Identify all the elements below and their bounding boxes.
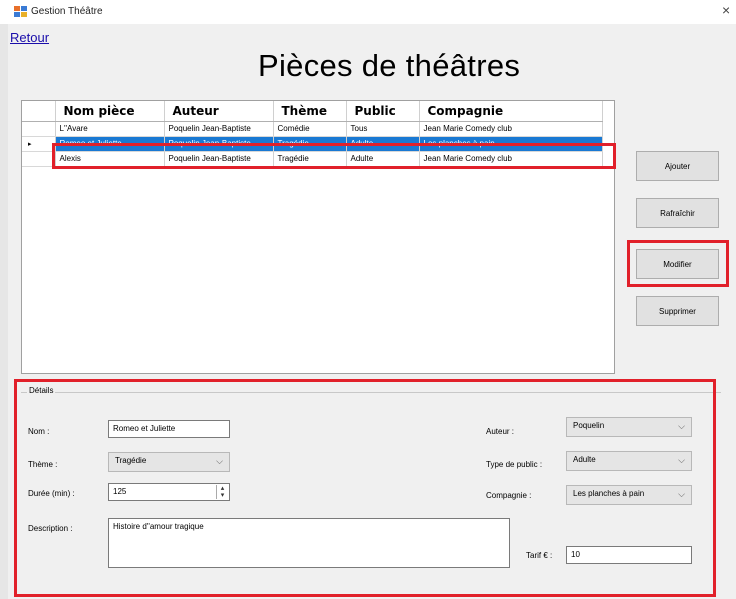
theme-select[interactable]: Tragédie ⌵ <box>108 452 230 472</box>
chevron-down-icon: ⌵ <box>678 489 685 499</box>
cell-nom[interactable]: Alexis <box>55 151 165 167</box>
row-selector-icon: ▸ <box>28 141 32 148</box>
cell-public[interactable]: Adulte <box>346 151 420 167</box>
tarif-field[interactable]: 10 <box>566 546 692 564</box>
auteur-select-value: Poquelin <box>573 421 605 430</box>
cell-public[interactable]: Tous <box>346 121 420 137</box>
column-header-nom[interactable]: Nom pièce <box>55 101 165 122</box>
column-header-theme[interactable]: Thème <box>273 101 347 122</box>
row-selector[interactable]: ▸ <box>22 136 56 152</box>
row-selector[interactable] <box>22 151 56 167</box>
chevron-down-icon: ⌵ <box>678 421 685 431</box>
column-header-compagnie[interactable]: Compagnie <box>419 101 603 122</box>
cell-auteur[interactable]: Poquelin Jean-Baptiste <box>164 136 274 152</box>
table-row[interactable]: L''Avare Poquelin Jean-Baptiste Comédie … <box>22 121 603 137</box>
window-left-edge <box>0 24 8 599</box>
theme-select-value: Tragédie <box>115 456 147 465</box>
column-header-public[interactable]: Public <box>346 101 420 122</box>
tarif-label: Tarif € : <box>526 551 553 560</box>
public-select[interactable]: Adulte ⌵ <box>566 451 692 471</box>
nom-label: Nom : <box>28 427 50 436</box>
chevron-down-icon: ⌵ <box>216 456 223 466</box>
cell-auteur[interactable]: Poquelin Jean-Baptiste <box>164 121 274 137</box>
cell-theme[interactable]: Tragédie <box>273 136 347 152</box>
back-link[interactable]: Retour <box>10 30 49 45</box>
details-group-title: Détails <box>27 386 56 395</box>
cell-nom[interactable]: L''Avare <box>55 121 165 137</box>
chevron-down-icon: ⌵ <box>678 455 685 465</box>
compagnie-select[interactable]: Les planches à pain ⌵ <box>566 485 692 505</box>
refresh-button[interactable]: Rafraîchir <box>636 198 719 228</box>
delete-button[interactable]: Supprimer <box>636 296 719 326</box>
nom-field[interactable]: Romeo et Juliette <box>108 420 230 438</box>
cell-theme[interactable]: Tragédie <box>273 151 347 167</box>
public-select-value: Adulte <box>573 455 596 464</box>
compagnie-label: Compagnie : <box>486 491 532 500</box>
duree-value: 125 <box>113 487 127 496</box>
edit-button[interactable]: Modifier <box>636 249 719 279</box>
auteur-label: Auteur : <box>486 427 515 436</box>
page-title: Pièces de théâtres <box>258 48 521 83</box>
cell-auteur[interactable]: Poquelin Jean-Baptiste <box>164 151 274 167</box>
cell-compagnie[interactable]: Les planches à pain <box>419 136 603 152</box>
add-button[interactable]: Ajouter <box>636 151 719 181</box>
public-label: Type de public : <box>486 460 543 469</box>
table-row-selected[interactable]: ▸ Romeo et Juliette Poquelin Jean-Baptis… <box>22 136 603 152</box>
cell-nom[interactable]: Romeo et Juliette <box>55 136 165 152</box>
description-field[interactable]: Histoire d''amour tragique <box>108 518 510 568</box>
pieces-grid[interactable]: Nom pièce Auteur Thème Public Compagnie … <box>21 100 615 374</box>
window-title: Gestion Théâtre <box>31 6 103 17</box>
cell-public[interactable]: Adulte <box>346 136 420 152</box>
description-label: Description : <box>28 524 73 533</box>
compagnie-select-value: Les planches à pain <box>573 489 645 498</box>
theme-label: Thème : <box>28 460 58 469</box>
title-bar: Gestion Théâtre × <box>0 0 736 24</box>
app-icon <box>14 6 27 18</box>
cell-compagnie[interactable]: Jean Marie Comedy club <box>419 121 603 137</box>
close-icon[interactable]: × <box>722 2 736 18</box>
auteur-select[interactable]: Poquelin ⌵ <box>566 417 692 437</box>
duree-label: Durée (min) : <box>28 489 75 498</box>
column-header-auteur[interactable]: Auteur <box>164 101 274 122</box>
duree-field[interactable]: 125 ▴ ▾ <box>108 483 230 501</box>
grid-header-row: Nom pièce Auteur Thème Public Compagnie <box>22 101 603 122</box>
details-group-border <box>21 392 721 393</box>
table-row[interactable]: Alexis Poquelin Jean-Baptiste Tragédie A… <box>22 151 603 167</box>
row-selector[interactable] <box>22 121 56 137</box>
cell-compagnie[interactable]: Jean Marie Comedy club <box>419 151 603 167</box>
row-header-corner <box>22 101 56 122</box>
cell-theme[interactable]: Comédie <box>273 121 347 137</box>
spinner-icon[interactable]: ▴ ▾ <box>216 485 228 499</box>
